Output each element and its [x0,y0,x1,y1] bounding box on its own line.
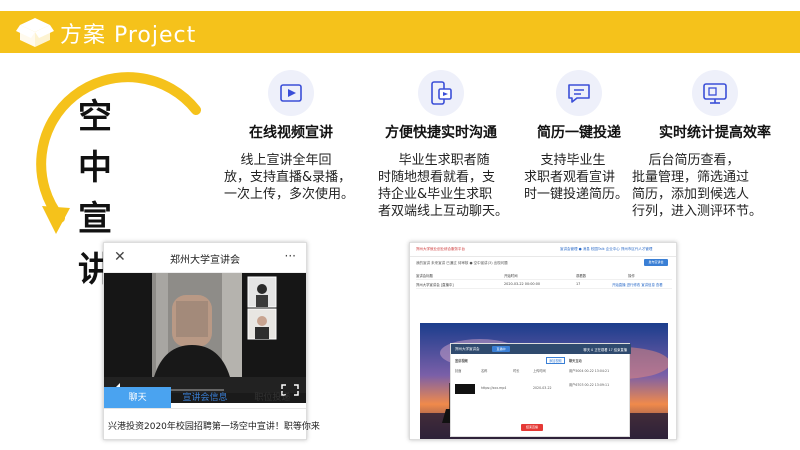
video-player[interactable] [104,273,306,403]
session-table: 宣讲会标题 开始时间 观看数 操作 郑州大学宣讲会 [直播中] 2020-03-… [416,271,672,289]
mobile-caption: 兴港投资2020年校园招聘第一场空中宣讲！职等你来 [108,422,320,432]
chat-label: 聊天互动 [569,359,582,363]
chat-bubble-icon [556,70,602,116]
add-video-button[interactable]: 添加视频 [546,357,565,364]
sunset-background: 郑州大学宣讲会 直播中 聊天 0 正在观看 17 结束直播 宣讲视频 添加视频 … [420,323,668,439]
more-icon[interactable]: ··· [285,249,296,263]
desktop-screenshot: 郑州大学就业创业综合服务平台 宣讲会管理 ● 消息 校园Talk 企业中心 郑州… [409,242,677,440]
chat-message: 用户5004 00-22 13:04:21 [569,369,610,373]
feature-desc: 毕业生求职者随 时随地想看就看，支 持企业&毕业生求职 者双端线上互动聊天。 [378,153,509,219]
mobile-top-bar: ✕ 郑州大学宣讲会 ··· [104,243,306,273]
desktop-nav-links[interactable]: 宣讲会管理 ● 消息 校园Talk 企业中心 郑州市区代人才管理 [560,247,652,252]
tab-info[interactable]: 宣讲会信息 [171,387,238,408]
mobile-screenshot: ✕ 郑州大学宣讲会 ··· 聊天 宣讲会信息 职位投递 兴港投资2020年校园招… [103,242,320,440]
new-session-button[interactable]: 发布宣讲会 [644,259,668,266]
tab-jobs[interactable]: 职位投递 [239,387,306,408]
video-play-icon [268,70,314,116]
video-frame [104,273,306,377]
feature-desc: 线上宣讲全年回 放，支持直播&录播， 一次上传，多次使用。 [224,153,355,202]
feature-title: 实时统计提高效率 [659,125,771,141]
header-title: 方案 Project [60,23,197,48]
feature-title: 简历一键投递 [537,125,621,141]
feature-desc: 后台简历查看， 批量管理，筛选通过 简历，添加到候选人 行列，进入测评环节。 [632,153,763,219]
mobile-tabs: 聊天 宣讲会信息 职位投递 [104,387,306,409]
chat-message: 用户6703 00-22 13:09:11 [569,383,610,387]
feature-title: 方便快捷实时沟通 [385,125,497,141]
live-status-button[interactable]: 直播中 [492,346,510,352]
phone-video-icon [418,70,464,116]
desktop-tabs[interactable]: 我的宣讲 未来宣讲 已通过 待审核 ● 空中宣讲(3) 出现问题 [416,261,508,266]
mobile-title: 郑州大学宣讲会 [170,255,240,266]
feature-desc: 支持毕业生 求职者观看宣讲 时一键投递简历。 [524,153,629,202]
table-row[interactable]: 郑州大学宣讲会 [直播中] 2020-03-22 00:00:00 17 开始直… [416,280,672,289]
live-modal: 郑州大学宣讲会 直播中 聊天 0 正在观看 17 结束直播 宣讲视频 添加视频 … [450,343,631,437]
end-live-button[interactable]: 结束直播 [521,424,543,431]
modal-header: 郑州大学宣讲会 直播中 聊天 0 正在观看 17 结束直播 [451,344,631,354]
header-bar: 方案 Project [0,11,800,53]
monitor-icon [692,70,738,116]
desktop-nav: 郑州大学就业创业综合服务平台 宣讲会管理 ● 消息 校园Talk 企业中心 郑州… [410,243,676,257]
box-logo-icon [16,14,54,50]
modal-stats[interactable]: 聊天 0 正在观看 17 结束直播 [584,347,627,352]
main-title-line1: 空 中 [78,97,126,188]
tab-chat[interactable]: 聊天 [104,387,172,408]
feature-title: 在线视频宣讲 [249,125,333,141]
desktop-brand: 郑州大学就业创业综合服务平台 [416,247,465,251]
table-header: 宣讲会标题 开始时间 观看数 操作 [416,271,672,280]
video-thumbnail[interactable] [455,384,475,394]
upload-label: 宣讲视频 [455,359,468,363]
